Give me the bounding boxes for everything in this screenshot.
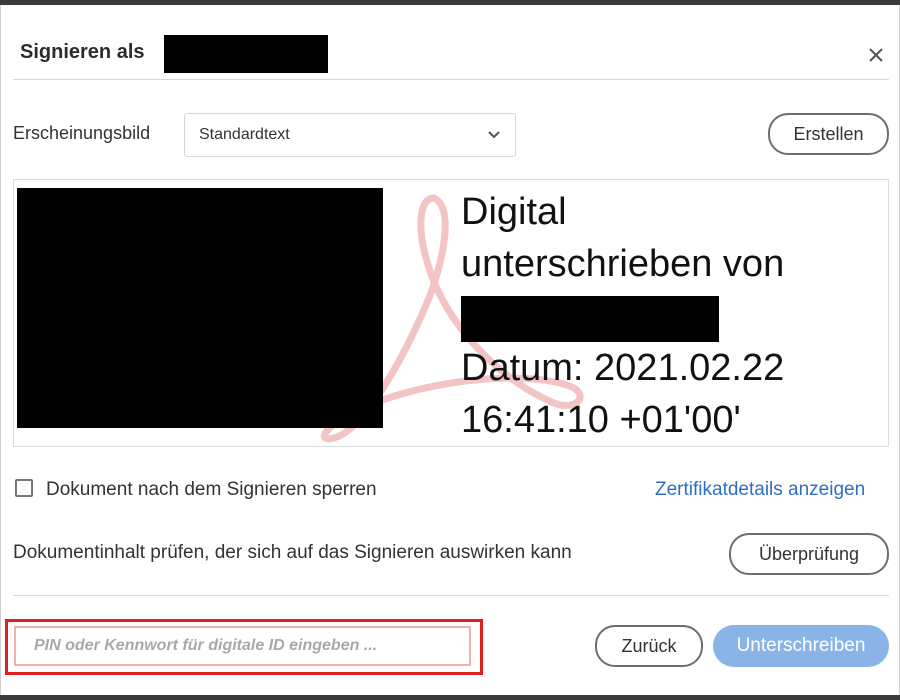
signature-line-time: 16:41:10 +01'00' xyxy=(461,399,741,441)
sign-button[interactable]: Unterschreiben xyxy=(713,625,889,667)
close-icon[interactable] xyxy=(863,42,889,68)
signature-preview: Digital unterschrieben von Datum: 2021.0… xyxy=(13,179,889,447)
lock-document-label[interactable]: Dokument nach dem Signieren sperren xyxy=(46,479,377,501)
pin-input[interactable] xyxy=(14,626,471,666)
appearance-select-value: Standardtext xyxy=(199,126,290,143)
review-description: Dokumentinhalt prüfen, der sich auf das … xyxy=(13,542,572,563)
review-button[interactable]: Überprüfung xyxy=(729,533,889,575)
dialog-title: Signieren als xyxy=(20,41,145,63)
signature-line-1: Digital xyxy=(461,191,567,233)
appearance-label: Erscheinungsbild xyxy=(13,123,151,143)
sign-dialog: Signieren als Erscheinungsbild Standardt… xyxy=(0,5,900,695)
redacted-signature-image xyxy=(17,188,383,428)
appearance-select[interactable]: Standardtext xyxy=(184,113,516,157)
create-button[interactable]: Erstellen xyxy=(768,113,889,155)
signature-line-date: Datum: 2021.02.22 xyxy=(461,347,785,389)
back-button[interactable]: Zurück xyxy=(595,625,703,667)
certificate-details-link[interactable]: Zertifikatdetails anzeigen xyxy=(655,479,865,501)
redacted-signer-name xyxy=(164,35,328,73)
signature-text-block: Digital unterschrieben von Datum: 2021.0… xyxy=(461,186,881,446)
lock-document-checkbox[interactable] xyxy=(15,479,33,497)
signature-line-2: unterschrieben von xyxy=(461,243,785,285)
signature-line-name xyxy=(461,290,881,342)
redacted-name xyxy=(461,296,719,342)
header-divider xyxy=(13,79,889,80)
footer-divider xyxy=(13,595,889,596)
chevron-down-icon xyxy=(488,131,500,139)
